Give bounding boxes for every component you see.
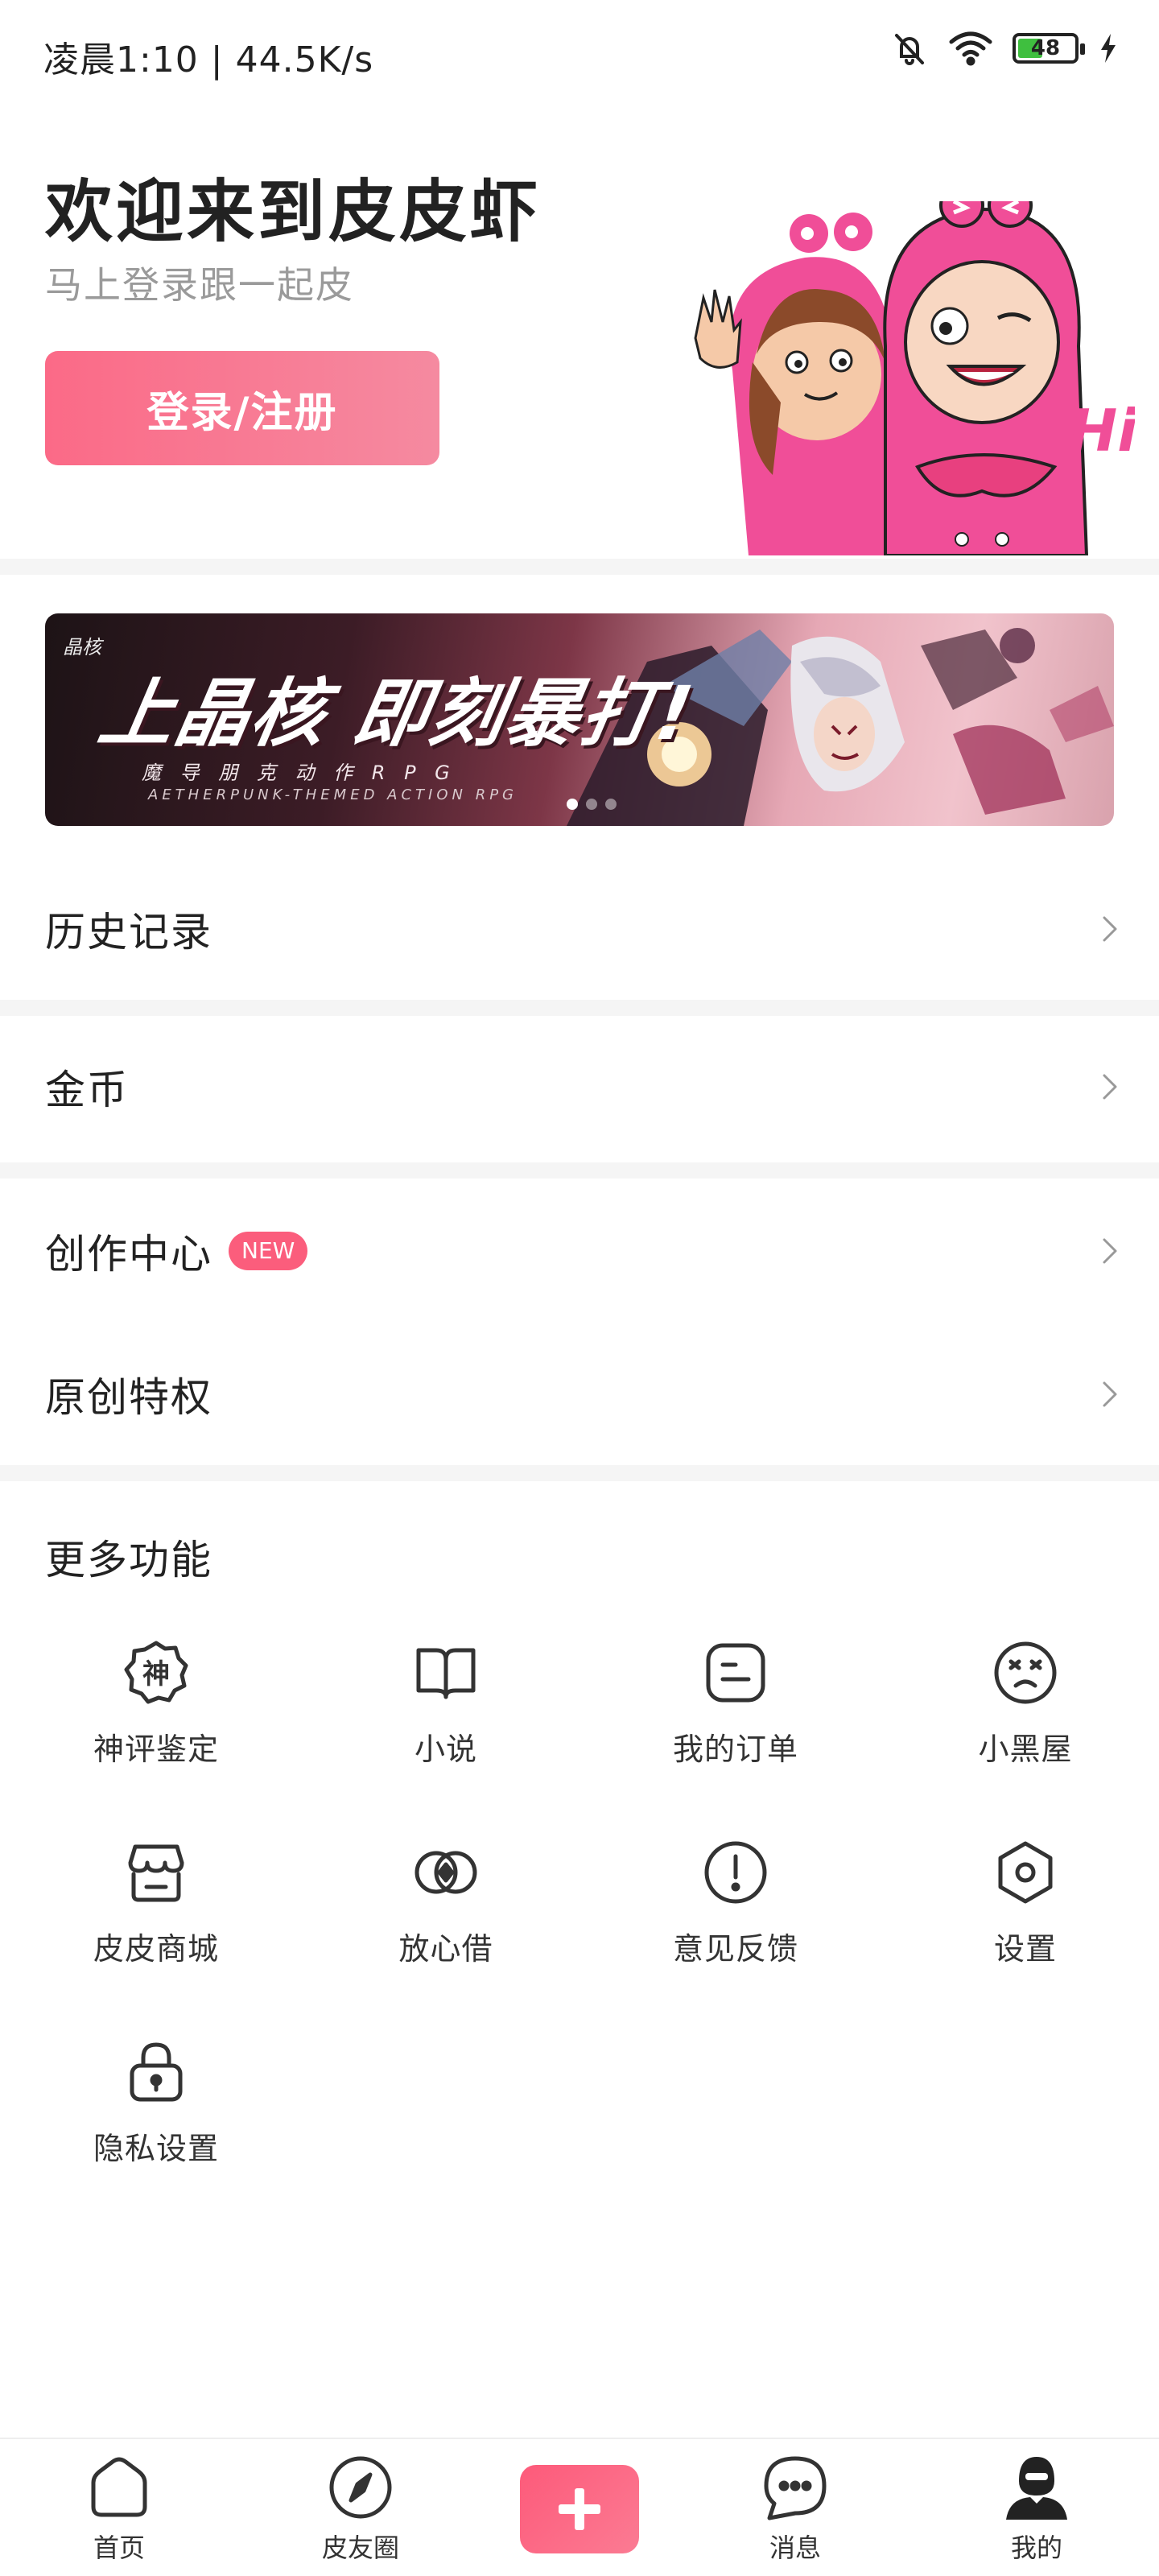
menu-original-privilege[interactable]: 原创特权: [0, 1323, 1159, 1465]
nav-home-label: 首页: [93, 2533, 145, 2563]
menu-history[interactable]: 历史记录: [0, 858, 1159, 1000]
bottom-nav: 首页 皮友圈 消息 我的: [0, 2438, 1159, 2576]
banner-dot[interactable]: [586, 799, 597, 810]
chat-bubble-icon: [764, 2456, 827, 2520]
menu-history-label: 历史记录: [45, 909, 212, 956]
section-separator: [0, 559, 1159, 575]
nav-home[interactable]: 首页: [39, 2454, 200, 2565]
section-separator: [0, 1162, 1159, 1179]
book-icon: [416, 1648, 476, 1699]
nav-messages-label: 消息: [769, 2533, 821, 2563]
banner-subtagline: AETHERPUNK-THEMED ACTION RPG: [148, 786, 518, 803]
wifi-icon: [948, 29, 993, 68]
feature-shen-ping[interactable]: 神 神评鉴定: [52, 1639, 261, 1800]
banner-dot[interactable]: [567, 799, 578, 810]
more-features-title: 更多功能: [45, 1537, 212, 1583]
menu-coins-label: 金币: [45, 1067, 129, 1113]
battery-level: 48: [1030, 36, 1061, 60]
shop-icon: [128, 1844, 184, 1902]
chevron-right-icon: [1103, 916, 1117, 942]
feature-loan[interactable]: 放心借: [341, 1839, 551, 2000]
chevron-right-icon: [1103, 1381, 1117, 1407]
bell-muted-icon: [890, 29, 929, 68]
feature-label: 意见反馈: [672, 1931, 798, 1967]
menu-creation-center[interactable]: 创作中心 NEW: [0, 1180, 1159, 1322]
settings-icon: [998, 1841, 1053, 1904]
feedback-icon: [704, 1841, 767, 1904]
feature-label: 小黑屋: [978, 1732, 1073, 1767]
lock-icon: [130, 2042, 183, 2102]
status-bar: 凌晨1:10 | 44.5K/s 48: [0, 0, 1159, 105]
banner-dot[interactable]: [605, 799, 617, 810]
menu-coins[interactable]: 金币: [0, 1016, 1159, 1158]
order-icon: [706, 1643, 765, 1703]
nav-mine[interactable]: 我的: [956, 2454, 1117, 2565]
nav-circle[interactable]: 皮友圈: [280, 2454, 441, 2565]
home-icon: [91, 2457, 147, 2517]
mascot-illustration: Hi: [694, 201, 1135, 555]
shen-glyph: 神: [142, 1658, 170, 1690]
welcome-title: 欢迎来到皮皮虾: [45, 172, 542, 251]
section-separator: [0, 1000, 1159, 1016]
feature-label: 神评鉴定: [93, 1732, 219, 1767]
menu-creation-center-label: 创作中心: [45, 1231, 212, 1278]
feature-label: 小说: [414, 1732, 477, 1767]
compass-icon: [329, 2456, 392, 2519]
nav-messages[interactable]: 消息: [715, 2454, 876, 2565]
chevron-right-icon: [1103, 1238, 1117, 1264]
status-time-speed: 凌晨1:10 | 44.5K/s: [43, 39, 374, 80]
banner-pagination: [567, 799, 617, 810]
feature-label: 设置: [993, 1931, 1057, 1967]
feature-black-room[interactable]: 小黑屋: [921, 1639, 1130, 1800]
new-badge: NEW: [229, 1232, 308, 1270]
banner-headline: 上晶核 即刻暴打!: [93, 671, 701, 757]
feature-settings[interactable]: 设置: [921, 1839, 1130, 2000]
section-separator: [0, 1465, 1159, 1481]
feature-my-orders[interactable]: 我的订单: [631, 1639, 840, 1800]
battery-icon: 48: [1013, 33, 1085, 64]
plus-icon: [559, 2488, 600, 2530]
dizzy-face-icon: [994, 1641, 1057, 1704]
feature-label: 隐私设置: [93, 2131, 219, 2166]
nav-circle-label: 皮友圈: [321, 2533, 399, 2563]
feature-privacy-settings[interactable]: 隐私设置: [52, 2038, 261, 2199]
feature-label: 皮皮商城: [93, 1931, 219, 1967]
feature-feedback[interactable]: 意见反馈: [631, 1839, 840, 2000]
feature-shop[interactable]: 皮皮商城: [52, 1839, 261, 2000]
feature-label: 放心借: [398, 1931, 493, 1967]
login-register-button[interactable]: 登录/注册: [45, 351, 439, 465]
status-icons: 48: [890, 29, 1119, 68]
feature-novel[interactable]: 小说: [341, 1639, 551, 1800]
profile-icon: [1006, 2457, 1067, 2520]
loan-icon: [415, 1851, 477, 1894]
shen-badge-icon: 神: [124, 1641, 188, 1704]
promo-banner[interactable]: 晶核 上晶核 即刻暴打! 魔 导 朋 克 动 作 R P G AETHERPUN…: [45, 613, 1114, 826]
post-add-button[interactable]: [520, 2465, 639, 2553]
menu-original-privilege-label: 原创特权: [45, 1374, 212, 1421]
banner-tagline: 魔 导 朋 克 动 作 R P G: [142, 762, 456, 784]
charging-bolt-icon: [1098, 32, 1119, 64]
feature-label: 我的订单: [672, 1732, 798, 1767]
chevron-right-icon: [1103, 1074, 1117, 1100]
mascot-hi-text: Hi: [1069, 397, 1135, 464]
nav-mine-label: 我的: [1010, 2533, 1062, 2563]
banner-logo: 晶核: [63, 636, 101, 658]
welcome-subtitle: 马上登录跟一起皮: [45, 263, 354, 307]
